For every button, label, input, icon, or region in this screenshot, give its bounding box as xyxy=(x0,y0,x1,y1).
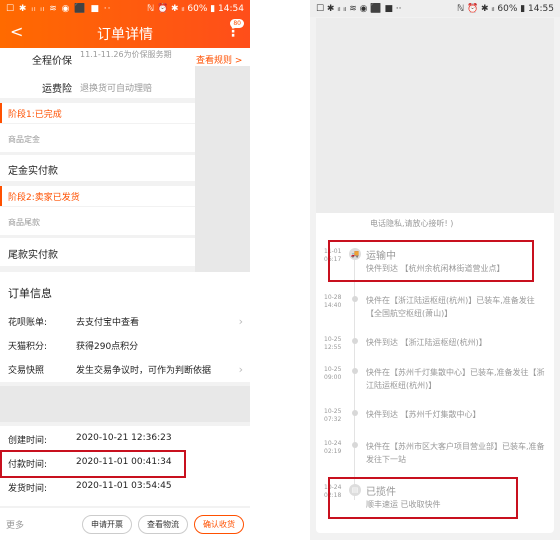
view-rules-link[interactable]: 查看规则 > xyxy=(196,53,242,66)
huabei-key: 花呗账单: xyxy=(8,318,48,328)
order-header: ☐ ✱ ᵢₗ ᵢₗ ≋ ◉ ⬛ ■ ·· ℕ ⏰ ✱ ᵢₗ 60% ▮ 14:5… xyxy=(0,0,250,48)
timeline-dot xyxy=(352,368,358,374)
huabei-row[interactable]: 花呗账单: 去支付宝中查看 › xyxy=(8,315,243,328)
timeline-line xyxy=(354,250,355,500)
deposit-row: 定金实付款 xyxy=(0,155,195,181)
status-icons: ☐ ✱ ᵢₗ ᵢₗ ≋ ◉ ⬛ ■ ·· xyxy=(6,3,112,14)
order-info-card: 订单信息 花呗账单: 去支付宝中查看 › 天猫积分: 获得290点积分 交易快照… xyxy=(0,272,250,382)
final-row: 尾款实付款 xyxy=(0,238,195,266)
event-text: 快件到达 【浙江陆运枢纽(杭州)】 xyxy=(366,338,487,347)
ship-time-value: 2020-11-01 03:54:45 xyxy=(76,481,172,491)
stage2-label: 阶段2:卖家已发货 xyxy=(0,186,195,206)
ship-time-row: 发货时间: 2020-11-01 03:54:45 xyxy=(8,481,243,494)
highlight-box-transit xyxy=(328,240,534,282)
event-time: 10-25 07:32 xyxy=(324,408,342,423)
chevron-right-icon: › xyxy=(238,363,243,376)
highlight-box xyxy=(0,450,186,478)
timeline-dot xyxy=(352,442,358,448)
confirm-receipt-button[interactable]: 确认收货 xyxy=(194,514,244,534)
create-time-row: 创建时间: 2020-10-21 12:36:23 xyxy=(8,433,243,446)
status-right: ℕ ⏰ ✱ ᵢₗ 60% ▮ 14:55 xyxy=(456,3,554,14)
timeline-dot xyxy=(352,338,358,344)
insurance-label: 全程价保 xyxy=(32,56,72,67)
snapshot-row[interactable]: 交易快照 发生交易争议时，可作为判断依据 › xyxy=(8,363,243,376)
highlight-box-pickup xyxy=(328,477,518,519)
timeline-dot xyxy=(352,410,358,416)
status-bar: ☐ ✱ ᵢₗ ᵢₗ ≋ ◉ ⬛ ■ ·· ℕ ⏰ ✱ ᵢₗ 60% ▮ 14:5… xyxy=(0,0,250,17)
comparison-screenshot: ☐ ✱ ᵢₗ ᵢₗ ≋ ◉ ⬛ ■ ·· ℕ ⏰ ✱ ᵢₗ 60% ▮ 14:5… xyxy=(0,0,560,540)
stage2-card: 商品尾款 xyxy=(0,207,195,235)
create-time-value: 2020-10-21 12:36:23 xyxy=(76,433,172,443)
action-bar: 更多 申请开票 查看物流 确认收货 xyxy=(0,508,250,540)
logistics-screen: ☐ ✱ ᵢₗ ᵢₗ ≋ ◉ ⬛ ■ ·· ℕ ⏰ ✱ ᵢₗ 60% ▮ 14:5… xyxy=(310,0,560,540)
points-key: 天猫积分: xyxy=(8,342,48,352)
create-time-key: 创建时间: xyxy=(8,436,48,446)
page-title: 订单详情 xyxy=(97,27,153,43)
map-placeholder xyxy=(316,18,554,213)
privacy-note: 电话隐私,请放心接听! ) xyxy=(370,219,454,228)
event-text: 快件到达 【苏州千灯集散中心】 xyxy=(366,410,481,419)
timeline-dot xyxy=(352,296,358,302)
event-time: 10-24 02:19 xyxy=(324,440,342,455)
deposit-paid: 定金实付款 xyxy=(8,166,58,177)
huabei-value: 去支付宝中查看 xyxy=(76,318,140,328)
event-time: 10-25 09:00 xyxy=(324,366,342,381)
image-placeholder xyxy=(195,66,250,276)
status-right: ℕ ⏰ ✱ ᵢₗ 60% ▮ 14:54 xyxy=(146,3,244,14)
chevron-right-icon: › xyxy=(238,315,243,328)
shipping-label: 运费险 xyxy=(42,84,72,95)
snapshot-value: 发生交易争议时，可作为判断依据 xyxy=(76,366,212,376)
order-detail-screen: ☐ ✱ ᵢₗ ᵢₗ ≋ ◉ ⬛ ■ ·· ℕ ⏰ ✱ ᵢₗ 60% ▮ 14:5… xyxy=(0,0,250,540)
more-link[interactable]: 更多 xyxy=(6,518,24,531)
stage1-sub: 商品定金 xyxy=(8,135,40,144)
status-icons: ☐ ✱ ᵢₗ ᵢₗ ≋ ◉ ⬛ ■ ·· xyxy=(316,3,402,14)
event-text: 快件在【苏州千灯集散中心】已装车,准备发往【浙江陆运枢纽(杭州)】 xyxy=(366,368,545,390)
order-info-title: 订单信息 xyxy=(8,287,52,300)
points-value: 获得290点积分 xyxy=(76,342,139,352)
stage1-label: 阶段1:已完成 xyxy=(0,103,195,123)
event-time: 10-28 14:40 xyxy=(324,294,342,309)
snapshot-key: 交易快照 xyxy=(8,366,45,376)
final-paid: 尾款实付款 xyxy=(8,250,58,261)
event-text: 快件在【苏州市区大客户项目营业部】已装车,准备发往下一站 xyxy=(366,442,545,464)
points-row: 天猫积分: 获得290点积分 xyxy=(8,339,243,352)
invoice-button[interactable]: 申请开票 xyxy=(82,514,132,534)
ship-time-key: 发货时间: xyxy=(8,484,48,494)
logistics-button[interactable]: 查看物流 xyxy=(138,514,188,534)
stage2-sub: 商品尾款 xyxy=(8,218,40,227)
stage1-card: 商品定金 xyxy=(0,124,195,152)
event-time: 10-25 12:55 xyxy=(324,336,342,351)
insurance-value: 11.1-11.26为价保服务期 xyxy=(80,50,172,59)
event-text: 快件在【浙江陆运枢纽(杭州)】已装车,准备发往【全国航空枢纽(萧山)】 xyxy=(366,296,535,318)
status-bar: ☐ ✱ ᵢₗ ᵢₗ ≋ ◉ ⬛ ■ ·· ℕ ⏰ ✱ ᵢₗ 60% ▮ 14:5… xyxy=(310,0,560,17)
gray-placeholder xyxy=(0,386,250,422)
shipping-value: 退换货可自动理赔 xyxy=(80,84,153,94)
message-badge: 80 xyxy=(230,19,244,28)
